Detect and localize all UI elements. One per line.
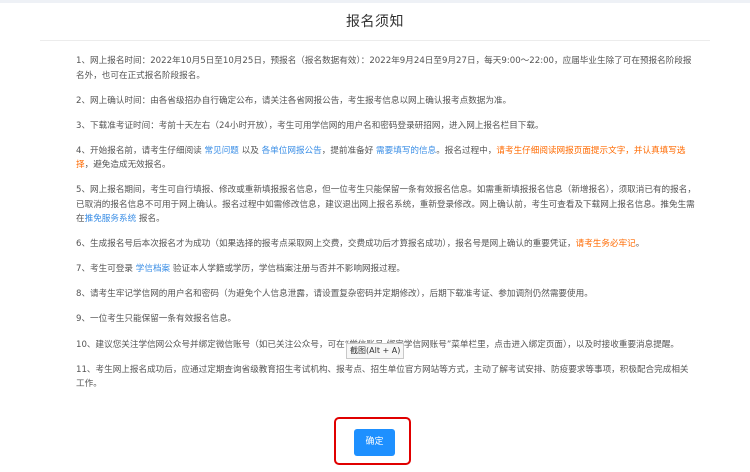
notice-item-4-text-3: ，提前准备好	[321, 145, 377, 156]
notice-item-3: 3、下载准考证时间：考前十天左右（24小时开放），考生可用学信网的用户名和密码登…	[76, 120, 544, 131]
header-divider	[40, 40, 710, 41]
registration-notice-dialog: 报名须知 1、网上报名时间：2022年10月5日至10月25日，预报名（报名数据…	[0, 0, 750, 472]
notice-item-4-text-1: 4、开始报名前，请考生仔细阅读	[76, 145, 205, 156]
notice-item-7: 7、考生可登录 学信档案 验证本人学籍或学历，学信档案注册与否并不影响网报过程。	[76, 262, 696, 277]
recommendation-system-link[interactable]: 推免服务系统	[85, 214, 137, 224]
notice-item-7-text-1: 7、考生可登录	[76, 264, 136, 274]
required-info-link[interactable]: 需要填写的信息	[376, 146, 436, 156]
notice-item-6-warning: 请考生务必牢记	[575, 239, 636, 249]
notice-item-5-text-2: 报名。	[136, 214, 165, 224]
notice-item-6: 6、生成报名号后本次报名才为成功（如果选择的报考点采取网上交费，交费成功后才算报…	[76, 237, 696, 252]
notice-item-4-text-2: 以及	[238, 145, 262, 156]
notice-item-6-text-1: 6、生成报名号后本次报名才为成功（如果选择的报考点采取网上交费，交费成功后才算报…	[76, 239, 576, 249]
dialog-title: 报名须知	[346, 14, 404, 30]
notice-item-11: 11、考生网上报名成功后，应通过定期查询省级教育招生考试机构、报考点、招生单位官…	[76, 364, 689, 390]
notice-item-8: 8、请考生牢记学信网的用户名和密码（为避免个人信息泄露，请设置复杂密码并定期修改…	[76, 289, 593, 299]
notice-item-2: 2、网上确认时间：由各省级招办自行确定公布，请关注各省网报公告，考生报考信息以网…	[76, 95, 512, 106]
confirm-button[interactable]: 确定	[354, 429, 395, 456]
notice-item-9: 9、一位考生只能保留一条有效报名信息。	[76, 314, 237, 324]
notice-item-6-text-2: 。	[635, 239, 645, 249]
notice-item-7-text-2: 验证本人学籍或学历，学信档案注册与否并不影响网报过程。	[170, 264, 405, 274]
screenshot-tooltip: 截图(Alt + A)	[346, 343, 405, 359]
top-band	[0, 0, 750, 3]
faq-link[interactable]: 常见问题	[205, 146, 239, 156]
notice-item-5: 5、网上报名期间，考生可自行填报、修改或重新填报报名信息，但一位考生只能保留一条…	[76, 183, 696, 227]
notice-item-4: 4、开始报名前，请考生仔细阅读 常见问题 以及 各单位网报公告，提前准备好 需要…	[76, 144, 696, 173]
unit-announcement-link[interactable]: 各单位网报公告	[262, 146, 322, 156]
notice-item-1: 1、网上报名时间：2022年10月5日至10月25日，预报名（报名数据有效）：2…	[76, 56, 692, 81]
notice-item-4-text-5: ，避免造成无效报名。	[84, 160, 171, 170]
notice-item-5-text-1: 5、网上报名期间，考生可自行填报、修改或重新填报报名信息，但一位考生只能保留一条…	[76, 185, 696, 224]
notice-item-4-text-4: 。报名过程中，	[436, 145, 497, 156]
student-archive-link[interactable]: 学信档案	[136, 264, 170, 274]
